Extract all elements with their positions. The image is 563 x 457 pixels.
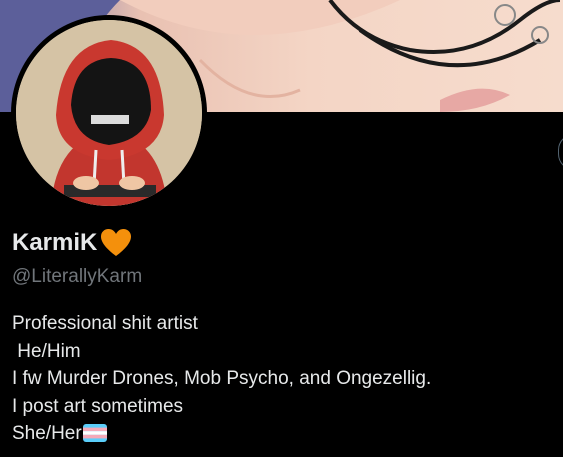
transgender-flag-icon (82, 424, 107, 442)
more-options-button[interactable] (558, 134, 563, 170)
bio-line-pronouns: She/Her (12, 420, 431, 448)
display-name: KarmiK (12, 229, 98, 256)
user-handle: @LiterallyKarm (12, 266, 143, 287)
bio-line: Professional shit artist (12, 313, 198, 334)
bio-line: I post art sometimes (12, 395, 184, 417)
orange-heart-icon (101, 229, 132, 256)
avatar-image (16, 20, 202, 206)
profile-bio: Professional shit artist He/Him I fw Mur… (12, 310, 431, 448)
bio-line: I fw Murder Drones, Mob Psycho, and Onge… (12, 368, 432, 389)
display-name-row: KarmiK (12, 228, 132, 258)
avatar[interactable] (11, 15, 207, 211)
bio-pronouns-text: She/Her (12, 423, 82, 444)
bio-line: He/Him (12, 340, 81, 362)
